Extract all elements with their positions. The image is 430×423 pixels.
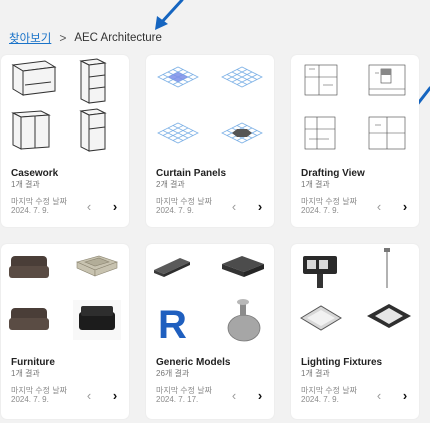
breadcrumb: 찾아보기 > AEC Architecture — [9, 30, 162, 46]
furniture-thumbnails — [9, 255, 121, 340]
svg-text:R: R — [158, 303, 187, 347]
generic-models-thumbnails: R — [154, 256, 264, 347]
category-card-furniture[interactable]: Furniture 1개 결과 마지막 수정 날짜 2024. 7. 9. ‹ … — [1, 244, 129, 419]
card-result-count: 26개 결과 — [156, 369, 190, 378]
card-result-count: 2개 결과 — [156, 180, 185, 189]
card-result-count: 1개 결과 — [301, 180, 330, 189]
prev-thumbnail-button[interactable]: ‹ — [373, 200, 385, 214]
card-modified-date: 2024. 7. 9. — [11, 395, 49, 404]
next-thumbnail-button[interactable]: › — [399, 200, 411, 214]
next-thumbnail-button[interactable]: › — [109, 389, 121, 403]
next-thumbnail-button[interactable]: › — [254, 389, 266, 403]
prev-thumbnail-button[interactable]: ‹ — [228, 200, 240, 214]
lighting-fixtures-thumbnails — [300, 248, 411, 331]
card-modified-date: 2024. 7. 9. — [11, 206, 49, 215]
card-title: Curtain Panels — [156, 168, 227, 179]
prev-thumbnail-button[interactable]: ‹ — [228, 389, 240, 403]
card-modified-date: 2024. 7. 9. — [301, 206, 339, 215]
casework-thumbnails — [11, 58, 107, 152]
prev-thumbnail-button[interactable]: ‹ — [373, 389, 385, 403]
card-result-count: 1개 결과 — [11, 369, 40, 378]
breadcrumb-current: AEC Architecture — [74, 32, 162, 44]
next-thumbnail-button[interactable]: › — [254, 200, 266, 214]
prev-thumbnail-button[interactable]: ‹ — [83, 389, 95, 403]
curtain-panels-thumbnails — [157, 66, 263, 144]
category-card-drafting-view[interactable]: Drafting View 1개 결과 마지막 수정 날짜 2024. 7. 9… — [291, 55, 419, 227]
card-title: Drafting View — [301, 168, 365, 179]
annotation-arrow-top — [155, 0, 184, 30]
card-title: Furniture — [11, 357, 55, 368]
card-title: Casework — [11, 168, 59, 179]
card-title: Lighting Fixtures — [301, 357, 383, 368]
category-card-generic-models[interactable]: R Generic Models 26개 결과 마지막 수정 날짜 2024. … — [146, 244, 274, 419]
prev-thumbnail-button[interactable]: ‹ — [83, 200, 95, 214]
card-modified-date: 2024. 7. 9. — [156, 206, 194, 215]
card-modified-date: 2024. 7. 9. — [301, 395, 339, 404]
card-result-count: 1개 결과 — [11, 180, 40, 189]
category-card-casework[interactable]: Casework 1개 결과 마지막 수정 날짜 2024. 7. 9. ‹ › — [1, 55, 129, 227]
category-card-lighting-fixtures[interactable]: Lighting Fixtures 1개 결과 마지막 수정 날짜 2024. … — [291, 244, 419, 419]
card-title: Generic Models — [156, 357, 231, 368]
drafting-view-thumbnails — [304, 64, 406, 150]
next-thumbnail-button[interactable]: › — [109, 200, 121, 214]
breadcrumb-separator: > — [59, 31, 67, 45]
card-result-count: 1개 결과 — [301, 369, 330, 378]
category-card-curtain-panels[interactable]: Curtain Panels 2개 결과 마지막 수정 날짜 2024. 7. … — [146, 55, 274, 227]
card-modified-date: 2024. 7. 17. — [156, 395, 199, 404]
next-thumbnail-button[interactable]: › — [399, 389, 411, 403]
breadcrumb-home-link[interactable]: 찾아보기 — [9, 30, 51, 46]
